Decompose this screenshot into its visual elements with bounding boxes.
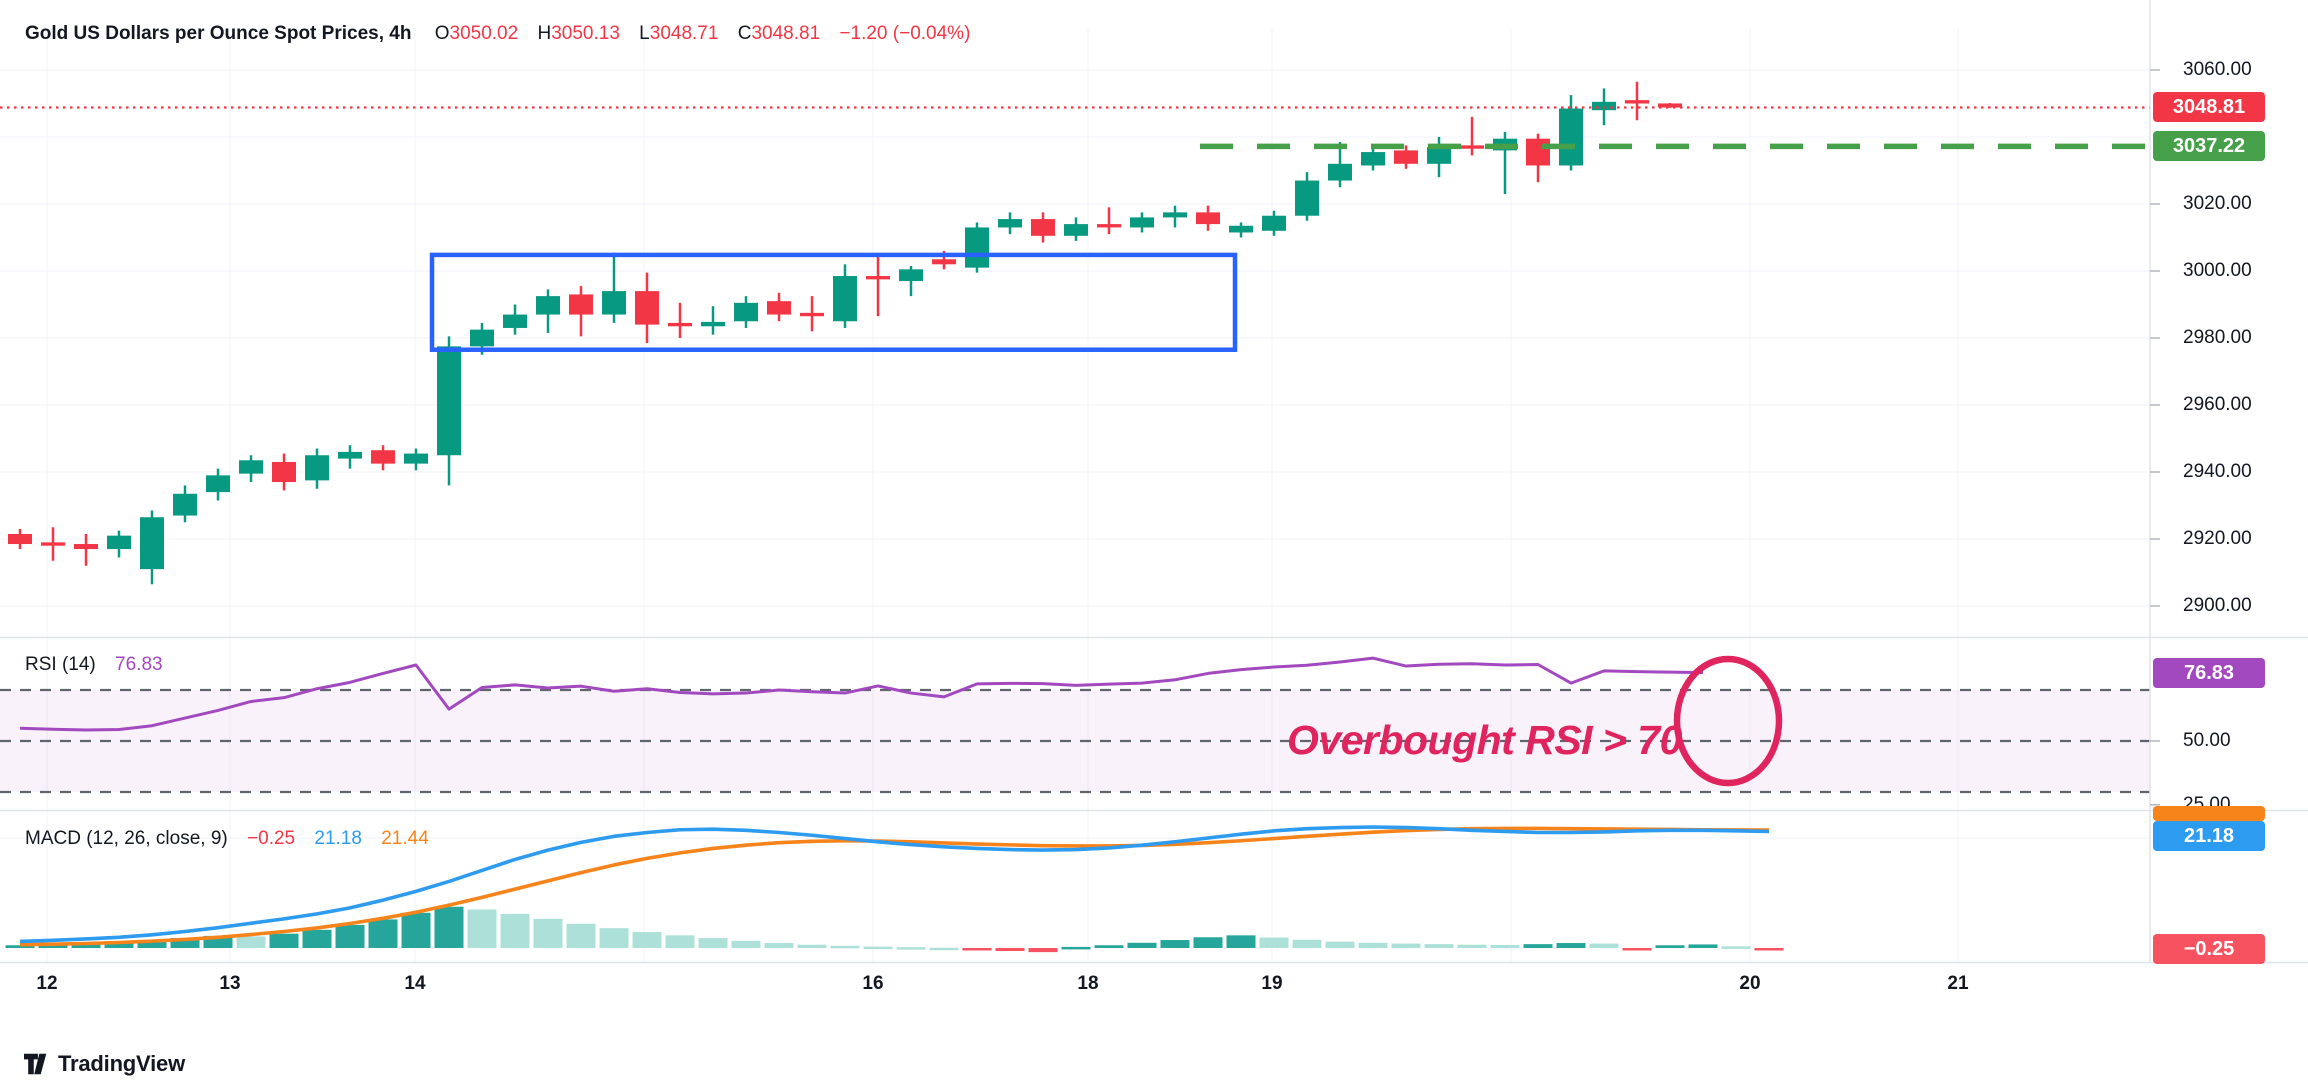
rsi-value-badge: 76.83 (2153, 658, 2265, 688)
macd-signal-badge-clipped (2153, 806, 2265, 821)
macd-histogram-value: −0.25 (247, 828, 295, 849)
rsi-axis-label: 50.00 (2183, 730, 2231, 752)
macd-signal-value: 21.44 (381, 828, 429, 849)
price-axis-label: 2900.00 (2183, 595, 2252, 617)
rsi-panel[interactable] (0, 638, 2150, 809)
open-label: O (435, 23, 450, 44)
macd-indicator-label: MACD (12, 26, close, 9) (25, 828, 228, 849)
macd-line-badge: 21.18 (2153, 821, 2265, 851)
low-value: 3048.71 (650, 23, 719, 44)
macd-histogram-badge: −0.25 (2153, 934, 2265, 964)
time-axis-label: 14 (404, 973, 425, 995)
last-price-badge: 3048.81 (2153, 92, 2265, 122)
time-axis-label: 13 (219, 973, 240, 995)
change-value: −1.20 (−0.04%) (839, 23, 970, 44)
close-label: C (738, 23, 752, 44)
time-axis-label: 19 (1261, 973, 1282, 995)
tradingview-logo[interactable]: TradingView (24, 1048, 185, 1080)
time-axis-label: 21 (1947, 973, 1968, 995)
tradingview-wordmark: TradingView (58, 1051, 185, 1077)
symbol-title: Gold US Dollars per Ounce Spot Prices, 4… (25, 23, 411, 44)
price-axis-label: 2960.00 (2183, 394, 2252, 416)
low-label: L (639, 23, 650, 44)
time-axis-label: 18 (1077, 973, 1098, 995)
macd-legend: MACD (12, 26, close, 9) −0.25 21.18 21.4… (25, 828, 429, 850)
price-axis-label: 2920.00 (2183, 528, 2252, 550)
high-value: 3050.13 (551, 23, 620, 44)
price-axis-label: 3000.00 (2183, 260, 2252, 282)
price-axis-label: 2940.00 (2183, 461, 2252, 483)
macd-line-value: 21.18 (314, 828, 362, 849)
close-value: 3048.81 (751, 23, 820, 44)
tradingview-chart-window: { "header": { "o_label": "O", "h_label":… (0, 0, 2308, 1092)
rsi-legend: RSI (14) 76.83 (25, 654, 163, 676)
time-axis-label: 12 (36, 973, 57, 995)
price-axis-label: 3060.00 (2183, 59, 2252, 81)
tradingview-mark-icon (24, 1052, 50, 1076)
symbol-legend: Gold US Dollars per Ounce Spot Prices, 4… (25, 23, 970, 45)
time-axis-label: 20 (1739, 973, 1760, 995)
price-axis-label: 2980.00 (2183, 327, 2252, 349)
rsi-indicator-label: RSI (14) (25, 654, 96, 675)
overbought-annotation[interactable]: Overbought RSI > 70 (1287, 717, 1682, 764)
rsi-value: 76.83 (115, 654, 163, 675)
level-price-badge: 3037.22 (2153, 131, 2265, 161)
time-axis-label: 16 (862, 973, 883, 995)
open-value: 3050.02 (450, 23, 519, 44)
price-axis-label: 3020.00 (2183, 193, 2252, 215)
price-panel[interactable] (0, 0, 2150, 637)
high-label: H (537, 23, 551, 44)
